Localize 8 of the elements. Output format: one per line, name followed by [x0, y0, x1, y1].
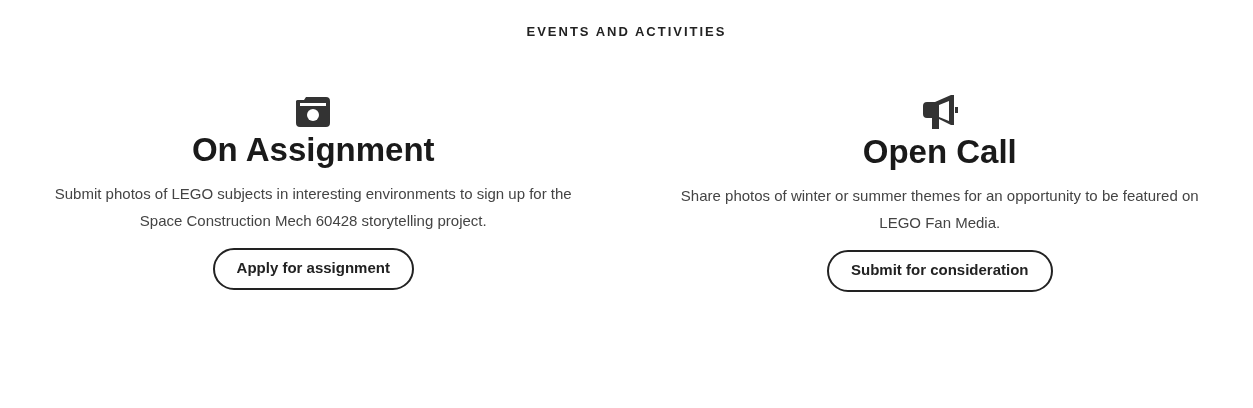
card-description: Share photos of winter or summer themes for an opportunity to be featured on LEGO Fan Media.	[679, 185, 1200, 233]
section-heading: EVENTS AND ACTIVITIES	[526, 23, 727, 41]
action-button[interactable]: Apply for assignment	[212, 247, 414, 290]
card-title: On Assignment	[191, 129, 435, 170]
megaphone-icon	[920, 93, 959, 130]
action-button[interactable]: Submit for consideration	[827, 249, 1053, 292]
card-description: Submit photos of LEGO subjects in interesting environments to sign up for the Space Construction Mech 60428 storytelling project.	[53, 183, 573, 231]
card-title: Open Call	[862, 131, 1017, 172]
